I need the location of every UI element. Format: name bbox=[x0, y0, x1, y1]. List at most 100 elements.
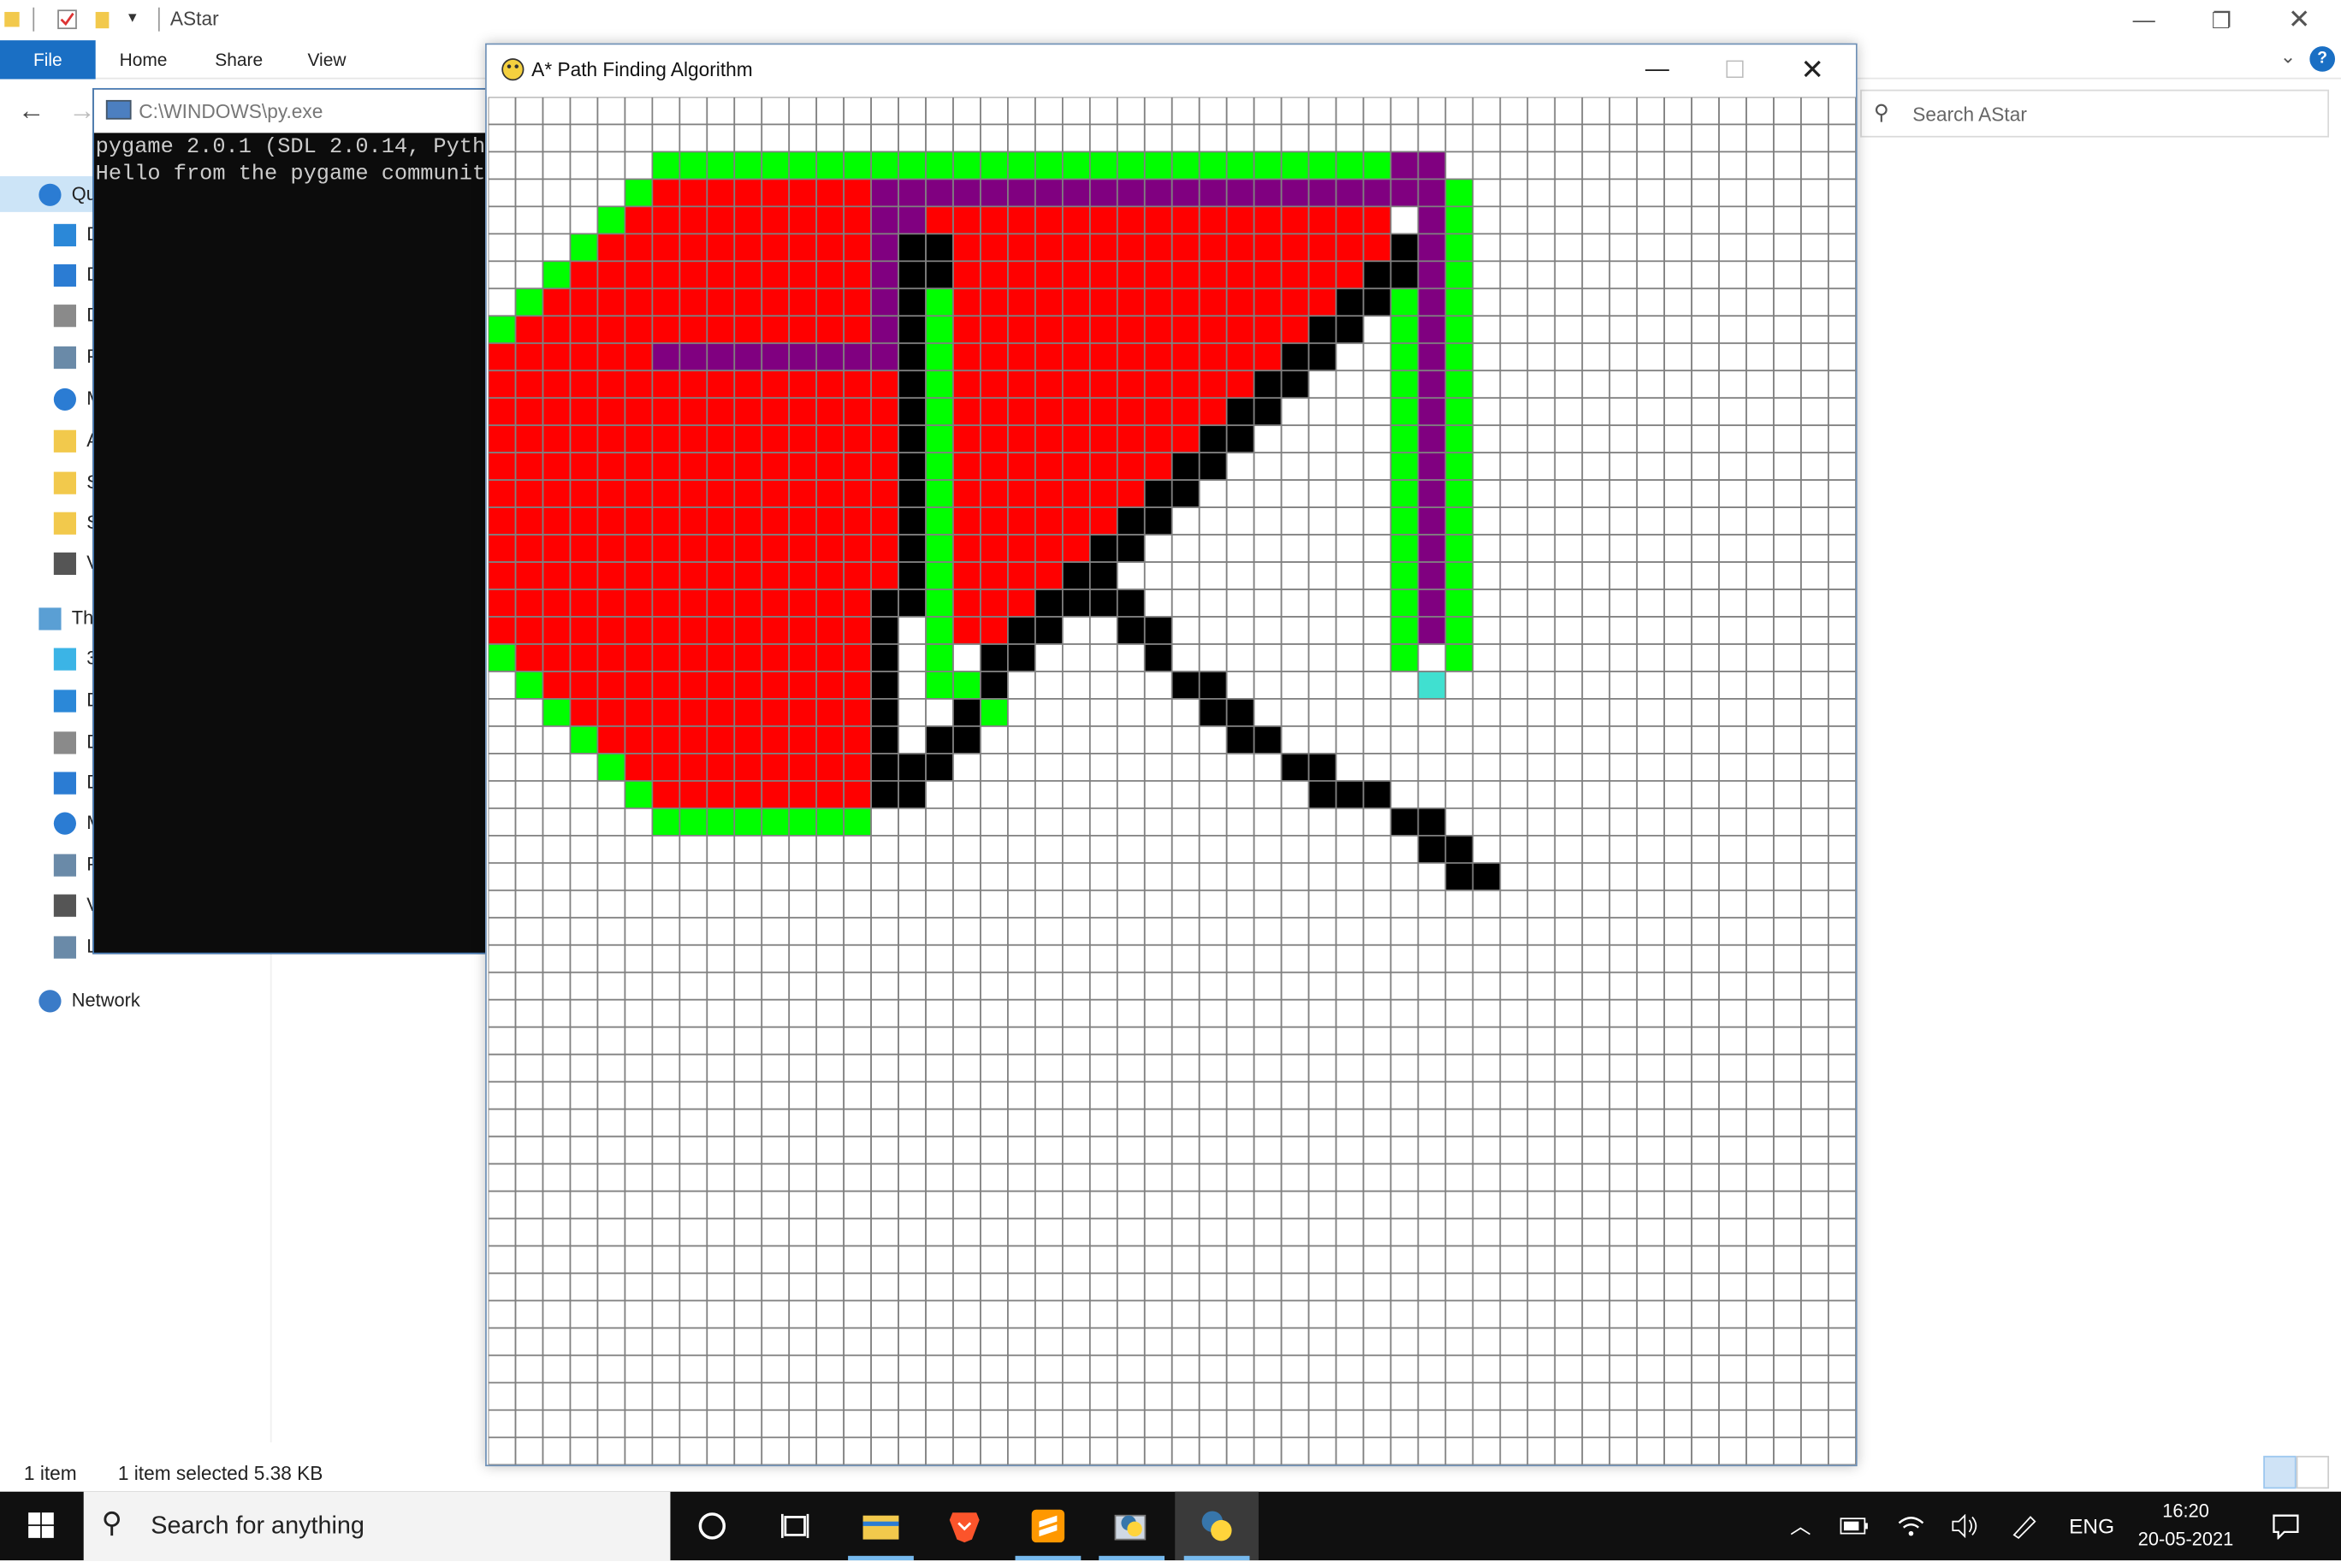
grid-cell-empty[interactable] bbox=[898, 1299, 927, 1329]
grid-cell-open[interactable] bbox=[925, 589, 954, 618]
grid-cell-empty[interactable] bbox=[514, 998, 544, 1028]
grid-cell-open[interactable] bbox=[761, 151, 791, 180]
grid-cell-empty[interactable] bbox=[542, 1163, 572, 1192]
grid-cell-empty[interactable] bbox=[1609, 916, 1639, 946]
grid-cell-empty[interactable] bbox=[569, 1409, 599, 1439]
grid-cell-empty[interactable] bbox=[1663, 616, 1692, 645]
grid-cell-closed[interactable] bbox=[651, 643, 681, 672]
grid-cell-empty[interactable] bbox=[1034, 1163, 1064, 1192]
grid-cell-closed[interactable] bbox=[1116, 424, 1146, 454]
grid-cell-empty[interactable] bbox=[1472, 589, 1502, 618]
grid-cell-empty[interactable] bbox=[1088, 944, 1118, 973]
grid-cell-barrier[interactable] bbox=[1198, 424, 1228, 454]
grid-cell-empty[interactable] bbox=[1225, 1217, 1255, 1247]
grid-cell-empty[interactable] bbox=[925, 1190, 954, 1220]
grid-cell-empty[interactable] bbox=[1718, 1436, 1747, 1465]
grid-cell-empty[interactable] bbox=[1663, 1272, 1692, 1302]
grid-cell-empty[interactable] bbox=[1007, 1299, 1036, 1329]
grid-cell-empty[interactable] bbox=[952, 97, 981, 126]
grid-cell-empty[interactable] bbox=[1253, 1026, 1283, 1056]
grid-cell-empty[interactable] bbox=[596, 808, 626, 837]
grid-cell-empty[interactable] bbox=[1691, 1436, 1720, 1465]
grid-cell-empty[interactable] bbox=[488, 1217, 517, 1247]
grid-cell-closed[interactable] bbox=[1307, 287, 1337, 317]
grid-cell-empty[interactable] bbox=[1499, 178, 1529, 208]
grid-cell-empty[interactable] bbox=[1225, 452, 1255, 482]
grid-cell-empty[interactable] bbox=[1609, 1026, 1639, 1056]
grid-cell-closed[interactable] bbox=[624, 424, 654, 454]
grid-cell-closed[interactable] bbox=[569, 479, 599, 508]
grid-cell-closed[interactable] bbox=[679, 534, 708, 563]
grid-cell-open[interactable] bbox=[1335, 151, 1365, 180]
grid-cell-empty[interactable] bbox=[1253, 97, 1283, 126]
grid-cell-empty[interactable] bbox=[980, 1382, 1009, 1411]
grid-cell-empty[interactable] bbox=[514, 1245, 544, 1275]
grid-cell-empty[interactable] bbox=[870, 808, 899, 837]
grid-cell-closed[interactable] bbox=[569, 534, 599, 563]
grid-cell-open[interactable] bbox=[1225, 151, 1255, 180]
grid-cell-closed[interactable] bbox=[706, 479, 736, 508]
grid-cell-empty[interactable] bbox=[1088, 1190, 1118, 1220]
grid-cell-empty[interactable] bbox=[1362, 1354, 1392, 1384]
grid-cell-empty[interactable] bbox=[1691, 1108, 1720, 1138]
grid-cell-closed[interactable] bbox=[980, 534, 1009, 563]
grid-cell-closed[interactable] bbox=[1143, 233, 1173, 263]
grid-cell-empty[interactable] bbox=[1800, 616, 1829, 645]
grid-cell-empty[interactable] bbox=[1335, 1135, 1365, 1165]
grid-cell-empty[interactable] bbox=[1307, 1409, 1337, 1439]
grid-cell-closed[interactable] bbox=[1062, 342, 1091, 372]
grid-cell-empty[interactable] bbox=[1800, 643, 1829, 672]
grid-cell-empty[interactable] bbox=[1472, 808, 1502, 837]
grid-cell-empty[interactable] bbox=[1225, 780, 1255, 809]
grid-cell-barrier[interactable] bbox=[870, 725, 899, 754]
grid-cell-empty[interactable] bbox=[1417, 861, 1447, 891]
grid-cell-empty[interactable] bbox=[1362, 861, 1392, 891]
grid-cell-empty[interactable] bbox=[1718, 916, 1747, 946]
grid-cell-empty[interactable] bbox=[1745, 452, 1775, 482]
grid-cell-empty[interactable] bbox=[1718, 260, 1747, 290]
grid-cell-empty[interactable] bbox=[1307, 834, 1337, 864]
grid-cell-empty[interactable] bbox=[1691, 1163, 1720, 1192]
grid-cell-empty[interactable] bbox=[870, 1108, 899, 1138]
grid-cell-empty[interactable] bbox=[1390, 1080, 1419, 1110]
grid-cell-open[interactable] bbox=[1034, 151, 1064, 180]
grid-cell-empty[interactable] bbox=[514, 233, 544, 263]
grid-cell-empty[interactable] bbox=[1828, 698, 1856, 727]
grid-cell-empty[interactable] bbox=[1088, 780, 1118, 809]
grid-cell-empty[interactable] bbox=[1088, 643, 1118, 672]
grid-cell-empty[interactable] bbox=[1663, 260, 1692, 290]
grid-cell-path[interactable] bbox=[843, 342, 872, 372]
grid-cell-empty[interactable] bbox=[1663, 834, 1692, 864]
grid-cell-empty[interactable] bbox=[1062, 1382, 1091, 1411]
grid-cell-empty[interactable] bbox=[761, 123, 791, 153]
grid-cell-empty[interactable] bbox=[761, 1026, 791, 1056]
grid-cell-empty[interactable] bbox=[1800, 780, 1829, 809]
grid-cell-empty[interactable] bbox=[569, 97, 599, 126]
grid-cell-empty[interactable] bbox=[1362, 1135, 1392, 1165]
grid-cell-empty[interactable] bbox=[1745, 1190, 1775, 1220]
grid-cell-empty[interactable] bbox=[1307, 671, 1337, 700]
grid-cell-empty[interactable] bbox=[1335, 589, 1365, 618]
grid-cell-open[interactable] bbox=[1444, 370, 1474, 399]
grid-cell-empty[interactable] bbox=[1335, 698, 1365, 727]
grid-cell-empty[interactable] bbox=[1170, 1163, 1200, 1192]
grid-cell-empty[interactable] bbox=[1143, 589, 1173, 618]
grid-cell-empty[interactable] bbox=[1198, 1327, 1228, 1357]
grid-cell-empty[interactable] bbox=[1116, 889, 1146, 919]
grid-cell-empty[interactable] bbox=[870, 834, 899, 864]
grid-cell-closed[interactable] bbox=[980, 561, 1009, 590]
grid-cell-empty[interactable] bbox=[952, 1409, 981, 1439]
grid-cell-empty[interactable] bbox=[925, 971, 954, 1001]
grid-cell-empty[interactable] bbox=[1225, 1245, 1255, 1275]
grid-cell-empty[interactable] bbox=[1390, 1217, 1419, 1247]
grid-cell-empty[interactable] bbox=[980, 97, 1009, 126]
grid-cell-empty[interactable] bbox=[1691, 834, 1720, 864]
grid-cell-empty[interactable] bbox=[1745, 315, 1775, 345]
grid-cell-empty[interactable] bbox=[569, 808, 599, 837]
grid-cell-empty[interactable] bbox=[1170, 589, 1200, 618]
grid-cell-empty[interactable] bbox=[1609, 589, 1639, 618]
grid-cell-empty[interactable] bbox=[1609, 780, 1639, 809]
grid-cell-empty[interactable] bbox=[1444, 1327, 1474, 1357]
grid-cell-open[interactable] bbox=[925, 315, 954, 345]
grid-cell-path[interactable] bbox=[651, 342, 681, 372]
